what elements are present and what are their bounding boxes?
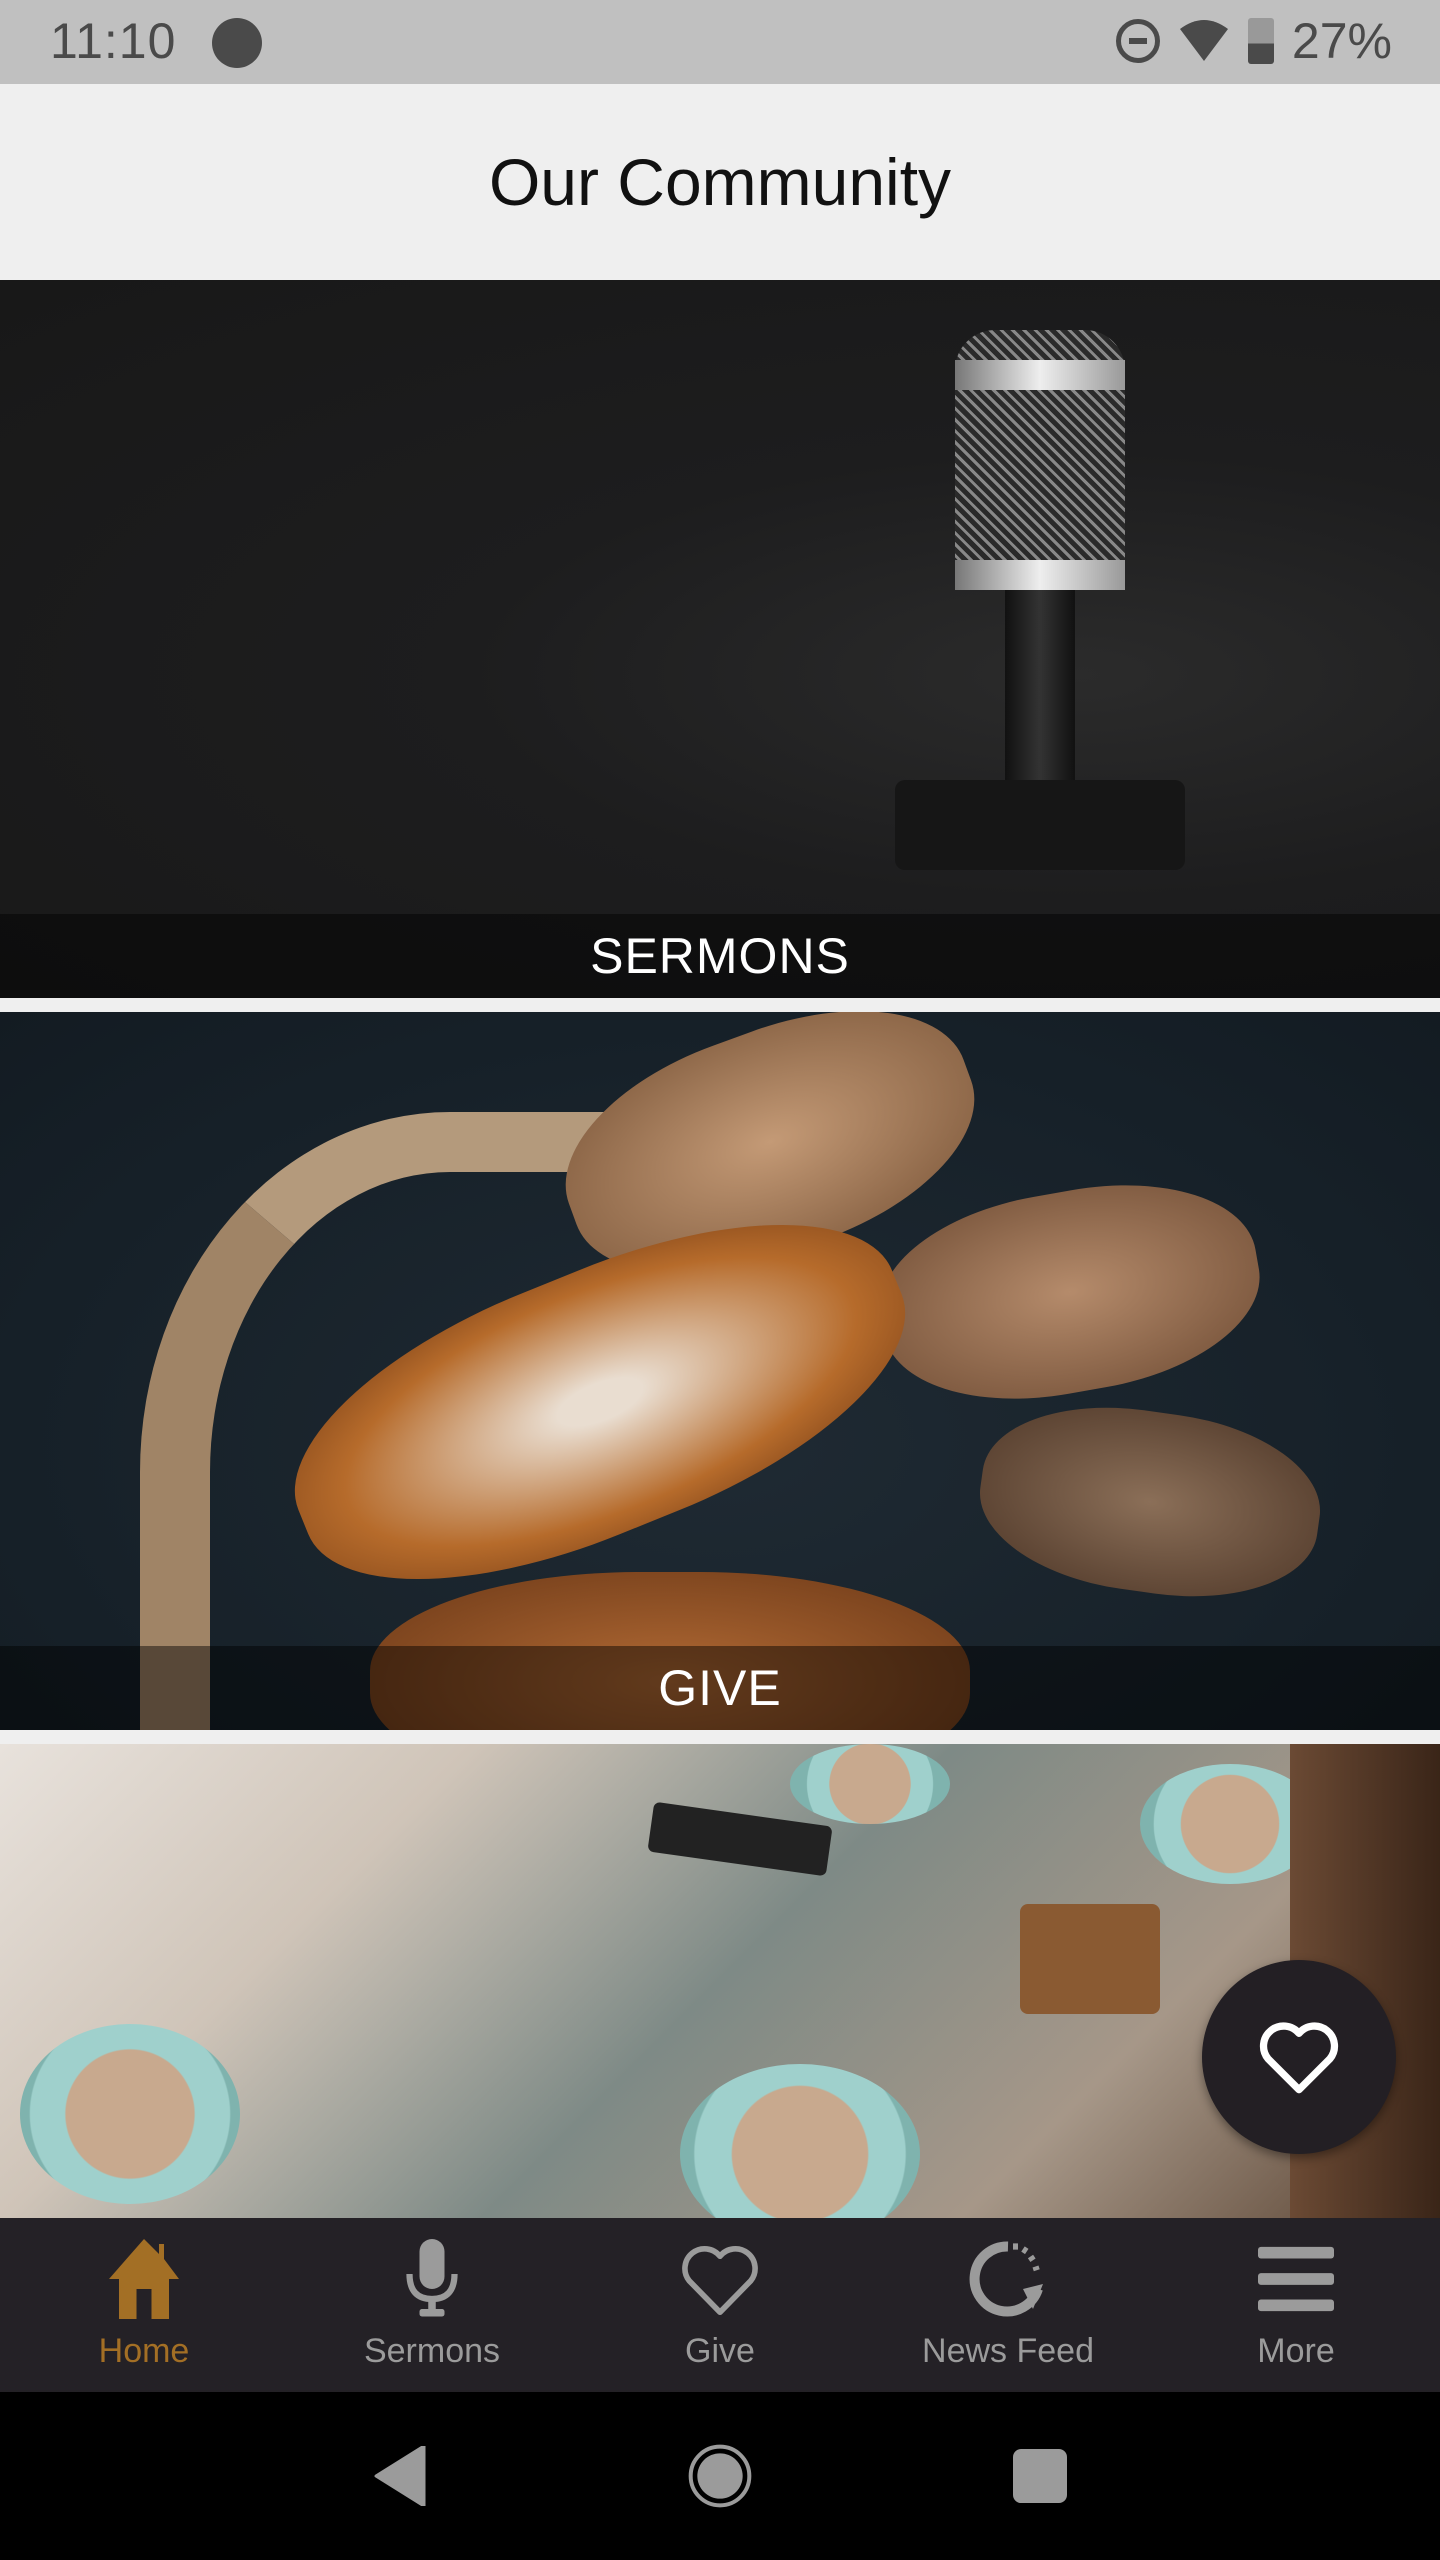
tab-label: More xyxy=(1257,2332,1335,2370)
tile-label: GIVE xyxy=(0,1646,1440,1730)
tab-home[interactable]: Home xyxy=(0,2218,288,2392)
app-header: Our Community xyxy=(0,84,1440,280)
home-nav-button[interactable] xyxy=(680,2436,760,2516)
status-icons: 27% xyxy=(1115,12,1392,70)
status-bar: 11:10 27% xyxy=(0,0,1440,84)
back-icon xyxy=(374,2446,426,2506)
refresh-icon xyxy=(969,2241,1043,2317)
battery-charging-icon xyxy=(1247,18,1274,64)
tile-give[interactable]: GIVE xyxy=(0,1012,1440,1730)
notification-dot-icon xyxy=(212,18,262,68)
heart-icon xyxy=(1259,2022,1339,2094)
home-icon xyxy=(109,2239,179,2319)
system-nav-bar xyxy=(0,2392,1440,2560)
tab-give[interactable]: Give xyxy=(576,2218,864,2392)
tile-sermons[interactable]: SERMONS xyxy=(0,280,1440,998)
tab-news-feed[interactable]: News Feed xyxy=(864,2218,1152,2392)
favorite-fab-button[interactable] xyxy=(1202,1960,1396,2154)
wifi-icon xyxy=(1179,20,1228,61)
battery-percent: 27% xyxy=(1291,13,1392,69)
tab-more[interactable]: More xyxy=(1152,2218,1440,2392)
bottom-tab-bar: Home Sermons Give News Feed More xyxy=(0,2218,1440,2392)
tab-label: Home xyxy=(98,2332,190,2370)
microphone-photo xyxy=(895,330,1185,870)
recents-icon xyxy=(1013,2449,1067,2503)
tab-sermons[interactable]: Sermons xyxy=(288,2218,576,2392)
tab-label: Sermons xyxy=(363,2332,501,2370)
page-title: Our Community xyxy=(488,145,952,219)
home-circle-icon xyxy=(688,2444,752,2508)
status-time: 11:10 xyxy=(50,13,177,69)
menu-icon xyxy=(1258,2246,1334,2312)
back-button[interactable] xyxy=(360,2436,440,2516)
tab-label: News Feed xyxy=(922,2332,1094,2370)
recents-button[interactable] xyxy=(1000,2436,1080,2516)
heart-icon xyxy=(682,2246,758,2316)
tab-label: Give xyxy=(685,2332,755,2370)
do-not-disturb-icon xyxy=(1115,19,1160,63)
microphone-icon xyxy=(406,2239,458,2317)
tile-label: SERMONS xyxy=(0,914,1440,998)
tile-community[interactable] xyxy=(0,1744,1440,2218)
